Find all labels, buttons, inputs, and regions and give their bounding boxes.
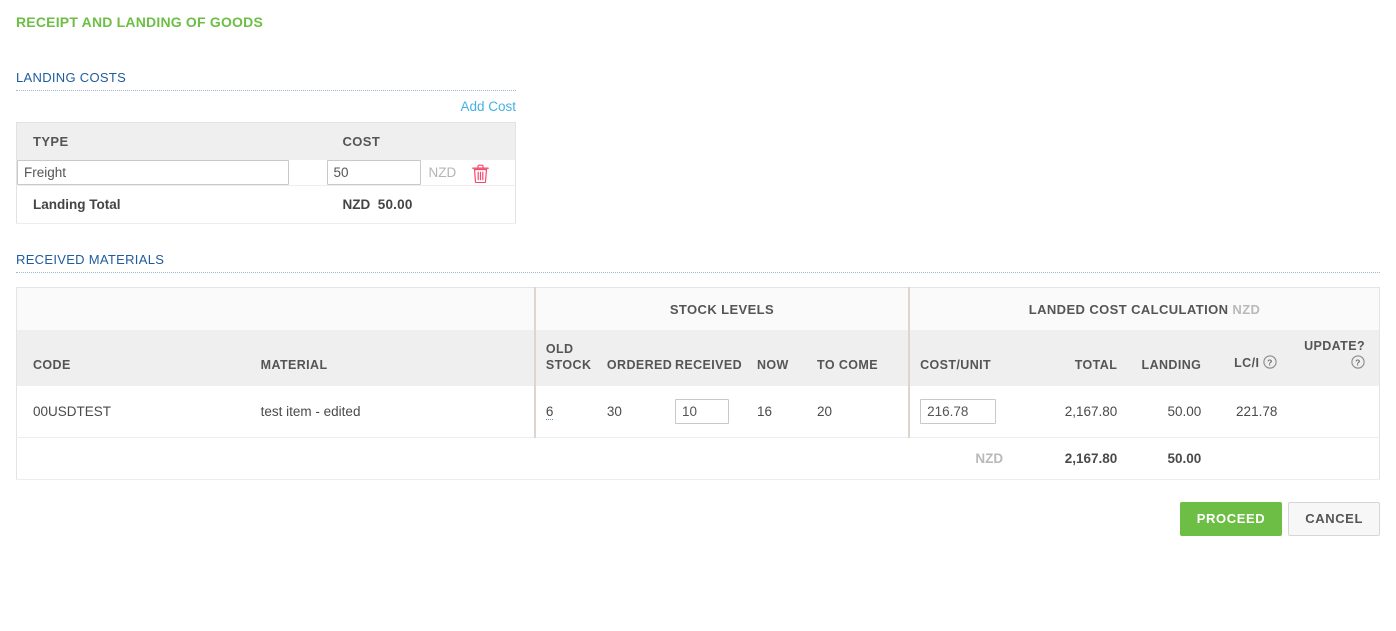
cell-update [1291, 386, 1380, 439]
help-icon-lci[interactable]: ? [1263, 354, 1277, 374]
cell-landing: 50.00 [1131, 386, 1216, 439]
column-header-type: TYPE [16, 122, 327, 160]
cell-received [674, 386, 757, 439]
landing-cost-type-input[interactable] [17, 160, 289, 185]
column-header-received: RECEIVED [674, 330, 757, 387]
column-header-total: TOTAL [1019, 330, 1132, 387]
column-header-row: CODE MATERIAL OLD STOCK ORDERED RECEIVED … [16, 330, 1380, 387]
landing-total-label: Landing Total [16, 185, 327, 224]
landing-total-row: Landing Total NZD 50.00 [16, 185, 516, 224]
cell-lci: 221.78 [1215, 386, 1292, 439]
cell-to-come: 20 [817, 386, 910, 439]
add-cost-link[interactable]: Add Cost [460, 99, 516, 114]
group-header-landed-cost-currency: NZD [1232, 302, 1261, 317]
column-header-lci: LC/I? [1215, 330, 1292, 387]
landing-cost-type-cell [16, 160, 327, 186]
column-header-cost-unit: COST/UNIT [908, 330, 1020, 387]
column-header-update-label: UPDATE? [1304, 339, 1365, 353]
landing-cost-amount-input[interactable] [326, 160, 421, 185]
proceed-button[interactable]: PROCEED [1179, 502, 1283, 537]
svg-text:?: ? [1268, 357, 1274, 367]
received-materials-wrapper: STOCK LEVELS LANDED COST CALCULATION NZD… [16, 287, 1380, 537]
cell-old-stock: 6 [533, 386, 607, 439]
totals-landing: 50.00 [1131, 437, 1216, 481]
cell-cost-unit [908, 386, 1020, 439]
group-header-blank [16, 287, 535, 330]
table-row: 00USDTEST test item - edited 6 30 16 20 … [16, 386, 1380, 439]
cell-ordered: 30 [606, 386, 675, 439]
totals-currency: NZD [975, 451, 1004, 467]
group-header-landed-cost: LANDED COST CALCULATION NZD [908, 287, 1380, 330]
landing-total-currency: NZD [342, 197, 371, 212]
column-header-old-stock-line1: OLD [545, 342, 574, 356]
old-stock-value[interactable]: 6 [545, 404, 554, 421]
totals-blank [16, 437, 910, 481]
add-cost-row: Add Cost [16, 91, 516, 122]
cell-total: 2,167.80 [1019, 386, 1132, 439]
help-icon-update[interactable]: ? [1351, 354, 1365, 374]
page-root: RECEIPT AND LANDING OF GOODS LANDING COS… [0, 0, 1396, 537]
column-header-lci-label: LC/I [1234, 355, 1260, 370]
landing-total-value: 50.00 [377, 197, 413, 212]
totals-currency-cell: NZD [909, 437, 1020, 481]
column-header-old-stock-line2: STOCK [545, 357, 592, 372]
section-heading-landing-costs: LANDING COSTS [16, 70, 516, 91]
column-header-code: CODE [16, 330, 245, 387]
totals-row: NZD 2,167.80 50.00 [16, 437, 1380, 481]
landing-cost-currency-label: NZD [428, 165, 457, 180]
landing-costs-header-row: TYPE COST [16, 122, 516, 160]
column-header-now: NOW [757, 330, 818, 387]
landing-total-cell: NZD 50.00 [326, 185, 516, 224]
totals-lci-blank [1215, 437, 1292, 481]
landing-cost-row: NZD [16, 160, 516, 186]
received-quantity-input[interactable] [674, 399, 729, 425]
column-header-old-stock: OLD STOCK [533, 330, 607, 387]
footer-actions: PROCEED CANCEL [16, 480, 1380, 537]
cancel-button[interactable]: CANCEL [1288, 502, 1380, 537]
cell-code: 00USDTEST [16, 386, 245, 439]
landing-cost-cost-cell: NZD [326, 160, 516, 186]
received-materials-table: STOCK LEVELS LANDED COST CALCULATION NZD… [16, 287, 1380, 481]
section-heading-received-materials: RECEIVED MATERIALS [16, 252, 1380, 273]
cell-material: test item - edited [244, 386, 535, 439]
page-title: RECEIPT AND LANDING OF GOODS [16, 14, 263, 30]
column-header-landing: LANDING [1131, 330, 1216, 387]
column-header-update: UPDATE?? [1291, 330, 1380, 387]
svg-text:?: ? [1355, 357, 1361, 367]
column-header-material: MATERIAL [244, 330, 535, 387]
group-header-stock-levels: STOCK LEVELS [533, 287, 910, 330]
totals-total: 2,167.80 [1019, 437, 1132, 481]
totals-update-blank [1291, 437, 1380, 481]
trash-icon[interactable] [472, 164, 490, 184]
column-header-to-come: TO COME [817, 330, 910, 387]
group-header-row: STOCK LEVELS LANDED COST CALCULATION NZD [16, 287, 1380, 330]
landing-costs-table: TYPE COST NZD Landing Total NZD 50.00 [16, 122, 516, 224]
column-header-cost: COST [326, 122, 516, 160]
cost-per-unit-input[interactable] [920, 399, 997, 425]
cell-now: 16 [757, 386, 818, 439]
column-header-ordered: ORDERED [606, 330, 675, 387]
group-header-landed-cost-label: LANDED COST CALCULATION [1028, 302, 1229, 317]
